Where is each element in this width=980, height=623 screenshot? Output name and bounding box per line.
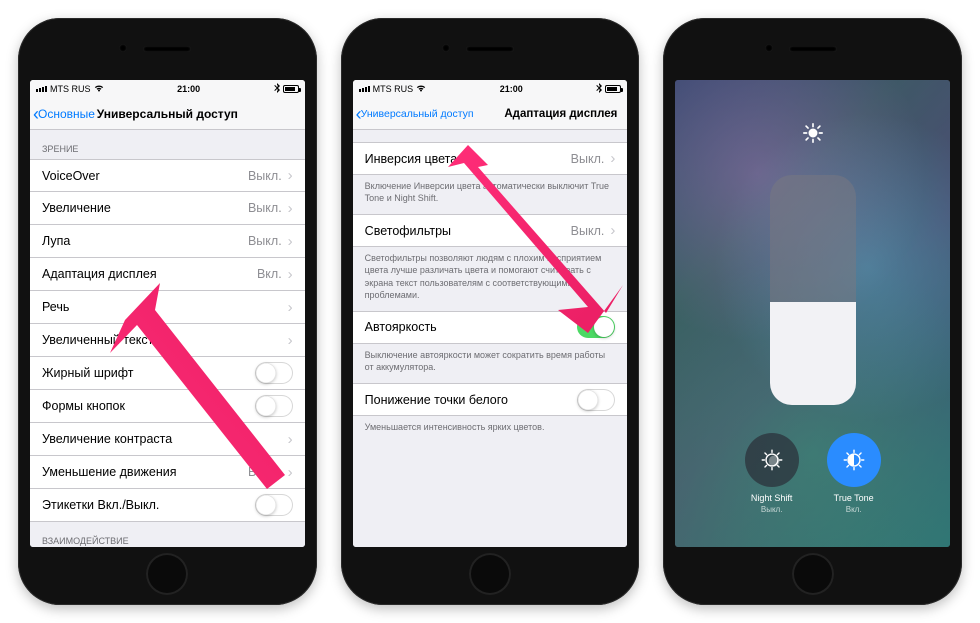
section-header-vision: ЗРЕНИЕ [30,130,305,159]
time-label: 21:00 [500,84,523,94]
back-label: Универсальный доступ [361,108,474,120]
night-shift-status: Выкл. [751,505,793,515]
screen-accessibility: MTS RUS 21:00 ‹ Основные [30,80,305,547]
wifi-icon [94,84,104,94]
wifi-icon [416,84,426,94]
night-shift-label: Night Shift [751,493,793,505]
brightness-slider[interactable] [770,175,856,405]
phone-frame-1: MTS RUS 21:00 ‹ Основные [18,18,317,605]
cell-color-filters[interactable]: Светофильтры Выкл. › [353,214,628,247]
true-tone-status: Вкл. [834,505,874,515]
footer-invert: Включение Инверсии цвета автоматически в… [353,175,628,214]
bluetooth-icon [596,83,602,95]
brightness-fill [770,302,856,406]
cell-button-shapes[interactable]: Формы кнопок [30,390,305,423]
chevron-right-icon: › [288,299,293,316]
settings-list[interactable]: Инверсия цвета Выкл. › Включение Инверси… [353,130,628,547]
time-label: 21:00 [177,84,200,94]
battery-icon [605,85,621,93]
cell-speech[interactable]: Речь › [30,291,305,324]
battery-icon [283,85,299,93]
chevron-right-icon: › [288,332,293,349]
nav-bar: ‹ Универсальный доступ Адаптация дисплея [353,98,628,130]
section-header-interaction: ВЗАИМОДЕЙСТВИЕ [30,522,305,547]
switch-button-shapes[interactable] [255,395,293,417]
switch-auto-brightness[interactable] [577,316,615,338]
true-tone-button[interactable]: True Tone Вкл. [827,433,881,515]
carrier-label: MTS RUS [373,84,414,94]
true-tone-icon [827,433,881,487]
chevron-right-icon: › [288,167,293,184]
sun-icon [802,122,824,147]
footer-color-filters: Светофильтры позволяют людям с плохим во… [353,247,628,311]
cell-voiceover[interactable]: VoiceOver Выкл. › [30,159,305,192]
cell-bold-text[interactable]: Жирный шрифт [30,357,305,390]
chevron-right-icon: › [288,266,293,283]
phone-frame-3: Night Shift Выкл. [663,18,962,605]
phone-frame-2: MTS RUS 21:00 ‹ Универсальный доступ [341,18,640,605]
switch-white-point[interactable] [577,389,615,411]
true-tone-label: True Tone [834,493,874,505]
cell-invert-colors[interactable]: Инверсия цвета Выкл. › [353,142,628,175]
screen-control-center-brightness: Night Shift Выкл. [675,80,950,547]
back-label: Основные [38,107,95,121]
night-shift-icon [745,433,799,487]
screen-display-accommodations: MTS RUS 21:00 ‹ Универсальный доступ [353,80,628,547]
cell-magnifier[interactable]: Лупа Выкл. › [30,225,305,258]
chevron-right-icon: › [610,150,615,167]
switch-bold-text[interactable] [255,362,293,384]
settings-list[interactable]: ЗРЕНИЕ VoiceOver Выкл. › Увеличение Выкл… [30,130,305,547]
cell-reduce-motion[interactable]: Уменьшение движения Выкл. › [30,456,305,489]
footer-auto-brightness: Выключение автояркости может сократить в… [353,344,628,383]
cell-increase-contrast[interactable]: Увеличение контраста › [30,423,305,456]
status-bar: MTS RUS 21:00 [353,80,628,98]
cell-zoom[interactable]: Увеличение Выкл. › [30,192,305,225]
cell-display-accommodations[interactable]: Адаптация дисплея Вкл. › [30,258,305,291]
cell-onoff-labels[interactable]: Этикетки Вкл./Выкл. [30,489,305,522]
cell-auto-brightness[interactable]: Автояркость [353,311,628,344]
status-bar: MTS RUS 21:00 [30,80,305,98]
nav-bar: ‹ Основные Универсальный доступ [30,98,305,130]
home-button[interactable] [792,553,834,595]
back-button[interactable]: ‹ Универсальный доступ [353,105,474,123]
cell-reduce-white-point[interactable]: Понижение точки белого [353,383,628,416]
cell-larger-text[interactable]: Увеличенный текст › [30,324,305,357]
chevron-right-icon: › [288,431,293,448]
home-button[interactable] [469,553,511,595]
nav-title: Адаптация дисплея [504,108,617,120]
chevron-right-icon: › [288,233,293,250]
footer-white-point: Уменьшается интенсивность ярких цветов. [353,416,628,443]
nav-title: Универсальный доступ [97,107,238,121]
chevron-right-icon: › [610,222,615,239]
switch-onoff-labels[interactable] [255,494,293,516]
chevron-right-icon: › [288,200,293,217]
bluetooth-icon [274,83,280,95]
back-button[interactable]: ‹ Основные [30,105,95,123]
chevron-right-icon: › [288,464,293,481]
carrier-label: MTS RUS [50,84,91,94]
night-shift-button[interactable]: Night Shift Выкл. [745,433,799,515]
home-button[interactable] [146,553,188,595]
